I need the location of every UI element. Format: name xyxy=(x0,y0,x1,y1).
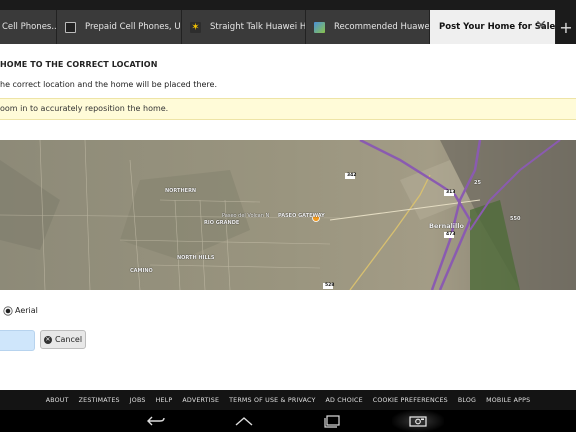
tab-recommended-huawei[interactable]: Recommended Huawei... xyxy=(306,10,430,44)
cancel-button[interactable]: ✕ Cancel xyxy=(40,330,86,349)
aerial-map[interactable]: PASEO GATEWAY NORTHERN Paseo del Volcan … xyxy=(0,140,576,290)
map-label: Bernalillo xyxy=(429,222,464,230)
route-550-label: 550 xyxy=(510,216,521,222)
footer-link-ad-choice[interactable]: AD CHOICE xyxy=(326,397,363,404)
page-content: HOME TO THE CORRECT LOCATION he correct … xyxy=(0,44,576,390)
aerial-radio-label[interactable]: Aerial xyxy=(15,306,38,315)
route-528-label: 528 xyxy=(325,283,335,288)
instruction-text: he correct location and the home will be… xyxy=(0,80,218,89)
tab-straight-talk-huawei[interactable]: ✶ Straight Talk Huawei H3... xyxy=(182,10,306,44)
site-footer: ABOUT ZESTIMATES JOBS HELP ADVERTISE TER… xyxy=(0,390,576,410)
zoom-notice: oom in to accurately reposition the home… xyxy=(0,98,576,120)
cancel-button-label: Cancel xyxy=(54,335,83,344)
tab-label: Straight Talk Huawei H3... xyxy=(210,22,306,32)
save-button[interactable] xyxy=(0,330,35,351)
footer-link-about[interactable]: ABOUT xyxy=(46,397,69,404)
footer-link-jobs[interactable]: JOBS xyxy=(130,397,146,404)
footer-link-cookie-preferences[interactable]: COOKIE PREFERENCES xyxy=(373,397,448,404)
map-label: NORTHERN xyxy=(165,188,197,194)
site-icon xyxy=(314,21,325,33)
footer-link-advertise[interactable]: ADVERTISE xyxy=(182,397,219,404)
footer-link-blog[interactable]: BLOG xyxy=(458,397,476,404)
footer-link-help[interactable]: HELP xyxy=(156,397,173,404)
footer-link-zestimates[interactable]: ZESTIMATES xyxy=(79,397,120,404)
footer-link-terms[interactable]: TERMS OF USE & PRIVACY xyxy=(229,397,315,404)
cancel-icon: ✕ xyxy=(43,335,52,344)
map-label: NORTH HILLS xyxy=(177,255,215,261)
route-342-label: 342 xyxy=(347,173,357,178)
back-icon[interactable] xyxy=(142,410,170,432)
aerial-radio-button[interactable] xyxy=(3,306,13,316)
screenshot-icon[interactable] xyxy=(392,410,444,432)
map-label: RIO GRANDE xyxy=(204,220,240,226)
tab-label: Recommended Huawei... xyxy=(334,22,430,32)
android-nav-bar xyxy=(0,410,576,432)
tab-cell-phones[interactable]: Cell Phones... xyxy=(0,10,57,44)
page-title: HOME TO THE CORRECT LOCATION xyxy=(0,60,158,69)
map-label: Paseo del Volcan N xyxy=(222,213,270,219)
tab-label: Prepaid Cell Phones, Unl... xyxy=(85,22,181,32)
map-label: CAMINO xyxy=(130,268,153,274)
browser-tab-bar: Cell Phones... Prepaid Cell Phones, Unl.… xyxy=(0,0,576,44)
star-icon: ✶ xyxy=(190,21,201,33)
recent-apps-icon[interactable] xyxy=(318,410,346,432)
route-25-label: 25 xyxy=(474,180,481,186)
tab-prepaid-cell-phones[interactable]: Prepaid Cell Phones, Unl... xyxy=(57,10,182,44)
footer-link-mobile-apps[interactable]: MOBILE APPS xyxy=(486,397,530,404)
route-313-label: 313 xyxy=(446,190,456,195)
tab-label: Cell Phones... xyxy=(2,22,57,32)
home-icon[interactable] xyxy=(230,410,258,432)
route-473-label: 473 xyxy=(446,232,456,237)
tab-post-your-home[interactable]: Post Your Home for Sale... ✕ xyxy=(430,10,556,44)
map-label: PASEO GATEWAY xyxy=(278,213,325,219)
new-tab-icon[interactable]: + xyxy=(556,10,576,44)
page-icon xyxy=(65,21,76,33)
close-icon[interactable]: ✕ xyxy=(535,18,547,34)
